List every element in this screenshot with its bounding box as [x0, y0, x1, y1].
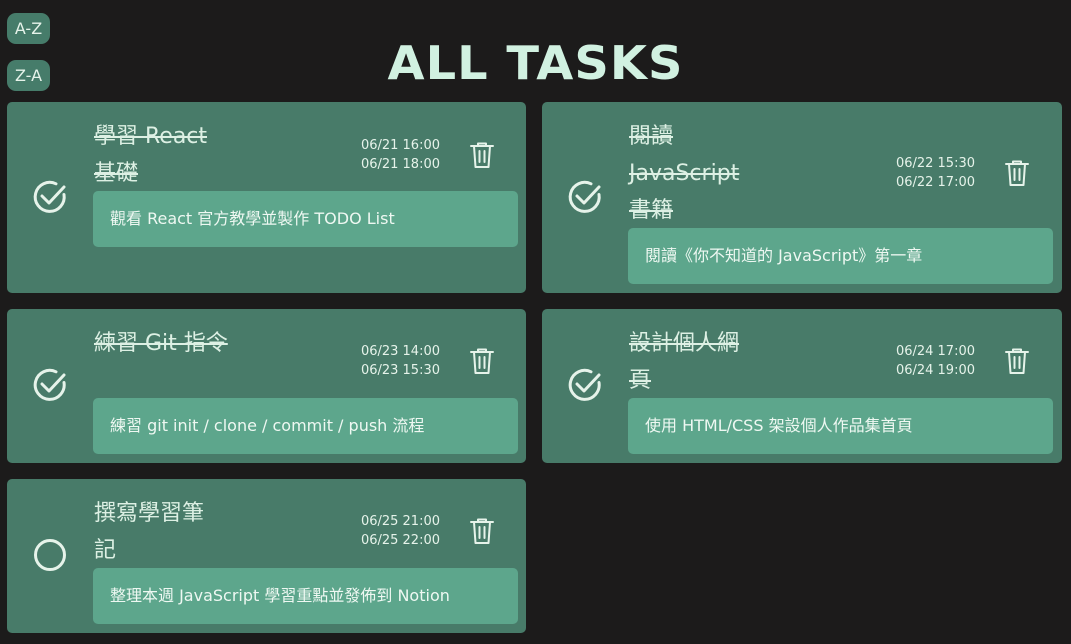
task-description: 練習 git init / clone / commit / push 流程 [93, 398, 518, 454]
check-circle-icon[interactable] [31, 178, 69, 216]
task-card: 練習 Git 指令 06/23 14:00 06/23 15:30 練習 git… [7, 309, 526, 463]
task-description: 使用 HTML/CSS 架設個人作品集首頁 [628, 398, 1053, 454]
task-card: 設計個人網頁 06/24 17:00 06/24 19:00 使用 HTML/C… [542, 309, 1062, 463]
task-description: 整理本週 JavaScript 學習重點並發佈到 Notion [93, 568, 518, 624]
task-title: 設計個人網頁 [629, 331, 740, 393]
task-start-time: 06/24 17:00 [895, 344, 975, 359]
task-title: 撰寫學習筆記 [94, 501, 205, 563]
task-card: 閱讀 JavaScript 書籍 06/22 15:30 06/22 17:00… [542, 102, 1062, 293]
task-start-time: 06/21 16:00 [360, 138, 440, 153]
page-title: ALL TASKS [387, 36, 684, 90]
task-end-time: 06/21 18:00 [360, 157, 440, 172]
task-description: 閱讀《你不知道的 JavaScript》第一章 [628, 228, 1053, 284]
task-times: 06/22 15:30 06/22 17:00 [860, 154, 975, 192]
trash-icon[interactable] [1004, 347, 1030, 375]
task-title: 閱讀 JavaScript 書籍 [629, 124, 740, 223]
task-card: 學習 React 基礎 06/21 16:00 06/21 18:00 觀看 R… [7, 102, 526, 293]
task-end-time: 06/24 19:00 [895, 363, 975, 378]
trash-icon[interactable] [469, 517, 495, 545]
task-times: 06/23 14:00 06/23 15:30 [325, 342, 440, 380]
empty-circle-icon[interactable] [31, 536, 69, 574]
trash-icon[interactable] [469, 141, 495, 169]
task-card: 撰寫學習筆記 06/25 21:00 06/25 22:00 整理本週 Java… [7, 479, 526, 633]
check-circle-icon[interactable] [566, 178, 604, 216]
check-circle-icon[interactable] [31, 366, 69, 404]
task-start-time: 06/22 15:30 [895, 156, 975, 171]
check-circle-icon[interactable] [566, 366, 604, 404]
trash-icon[interactable] [1004, 159, 1030, 187]
task-title: 練習 Git 指令 [94, 331, 228, 356]
task-end-time: 06/25 22:00 [360, 533, 440, 548]
task-end-time: 06/23 15:30 [360, 363, 440, 378]
task-times: 06/25 21:00 06/25 22:00 [325, 512, 440, 550]
task-times: 06/24 17:00 06/24 19:00 [860, 342, 975, 380]
task-title: 學習 React 基礎 [94, 124, 208, 186]
trash-icon[interactable] [469, 347, 495, 375]
task-description: 觀看 React 官方教學並製作 TODO List [93, 191, 518, 247]
task-start-time: 06/25 21:00 [360, 514, 440, 529]
task-times: 06/21 16:00 06/21 18:00 [325, 136, 440, 174]
task-end-time: 06/22 17:00 [895, 175, 975, 190]
task-start-time: 06/23 14:00 [360, 344, 440, 359]
